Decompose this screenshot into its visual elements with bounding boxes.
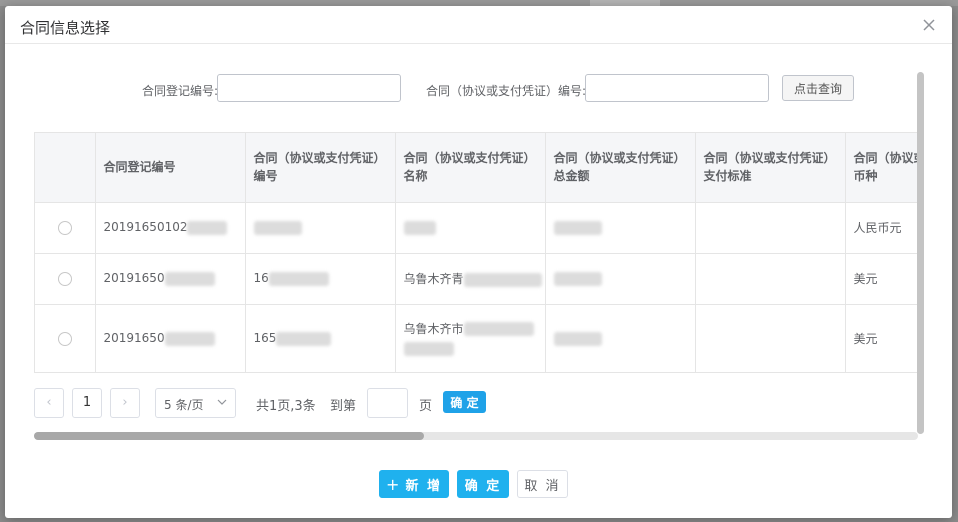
page-summary: 共1页,3条 [256, 399, 316, 414]
table-row[interactable]: 20191650 16 乌鲁木齐青 美元 [35, 253, 917, 305]
table-row[interactable]: 20191650102 人民币元 [35, 202, 917, 254]
redacted-block [463, 322, 534, 336]
redacted-block [553, 331, 602, 346]
header-reg-no: 合同登记编号 [95, 133, 246, 203]
cell-reg-no: 20191650 [103, 331, 165, 346]
cancel-button[interactable]: 取 消 [517, 470, 568, 498]
cell-pay-standard [695, 304, 846, 372]
chevron-down-icon [216, 396, 228, 408]
contract-no-input[interactable] [585, 74, 769, 102]
page-size-select[interactable]: 5 条/页 [155, 388, 236, 418]
dialog-footer: + 新 增 确 定 取 消 [5, 470, 952, 498]
close-icon[interactable] [920, 16, 938, 34]
vertical-scroll-thumb[interactable] [917, 72, 924, 434]
header-contract-name: 合同（协议或支付凭证）名称 [395, 133, 546, 203]
ok-button[interactable]: 确 定 [457, 470, 509, 498]
prev-page-icon[interactable]: ‹ [34, 388, 64, 418]
header-select [35, 133, 96, 203]
redacted-block [403, 220, 436, 235]
header-contract-no: 合同（协议或支付凭证）编号 [245, 133, 396, 203]
cell-reg-no: 20191650 [103, 271, 165, 286]
redacted-block [403, 342, 454, 356]
reg-no-input[interactable] [217, 74, 401, 102]
search-row: 合同登记编号: 合同（协议或支付凭证）编号: 点击查询 [5, 74, 952, 104]
goto-label: 到第 [330, 399, 357, 414]
page-size-value: 5 条/页 [164, 398, 204, 412]
redacted-block [553, 271, 602, 286]
row-radio[interactable] [57, 271, 72, 286]
cell-pay-standard [695, 202, 846, 254]
row-radio[interactable] [57, 331, 72, 346]
goto-confirm-button[interactable]: 确 定 [443, 391, 486, 413]
cell-reg-no: 20191650102 [103, 220, 188, 235]
horizontal-scrollbar[interactable] [34, 432, 918, 440]
cell-currency: 美元 [845, 253, 917, 305]
add-button[interactable]: + 新 增 [379, 470, 449, 498]
redacted-block [164, 271, 215, 286]
row-radio[interactable] [57, 220, 72, 235]
redacted-block [553, 220, 602, 235]
redacted-block [268, 271, 329, 286]
plus-icon: + [386, 474, 402, 494]
cell-pay-standard [695, 253, 846, 305]
dialog-title: 合同信息选择 [20, 19, 111, 37]
query-button[interactable]: 点击查询 [782, 75, 854, 101]
table-header-row: 合同登记编号 合同（协议或支付凭证）编号 合同（协议或支付凭证）名称 合同（协议… [35, 133, 917, 203]
header-currency: 合同（协议或支付凭证）币种 [845, 133, 917, 203]
pagination: ‹ 1 › 5 条/页 共1页,3条 到第 页 确 定 [34, 388, 634, 418]
contract-no-label: 合同（协议或支付凭证）编号: [426, 84, 587, 98]
header-pay-standard: 合同（协议或支付凭证）支付标准 [695, 133, 846, 203]
contract-table: 合同登记编号 合同（协议或支付凭证）编号 合同（协议或支付凭证）名称 合同（协议… [34, 132, 918, 373]
cell-contract-no: 165 [253, 331, 277, 346]
redacted-block [463, 272, 542, 287]
contract-select-dialog: 合同信息选择 合同登记编号: 合同（协议或支付凭证）编号: 点击查询 合同登记编… [5, 6, 952, 518]
cell-currency: 人民币元 [845, 202, 917, 254]
table-row[interactable]: 20191650 165 乌鲁木齐市 美元 [35, 304, 917, 372]
dialog-header: 合同信息选择 [5, 6, 952, 44]
cell-contract-no: 16 [253, 271, 269, 286]
redacted-block [276, 331, 332, 346]
cell-contract-name: 乌鲁木齐青 [403, 272, 464, 286]
redacted-block [164, 331, 215, 346]
horizontal-scroll-thumb[interactable] [34, 432, 424, 440]
cell-currency: 美元 [845, 304, 917, 372]
redacted-block [253, 220, 302, 235]
cell-contract-name: 乌鲁木齐市 [403, 321, 464, 336]
goto-page-input[interactable] [367, 388, 408, 418]
page-unit-label: 页 [419, 399, 433, 414]
reg-no-label: 合同登记编号: [142, 84, 219, 98]
next-page-icon[interactable]: › [110, 388, 140, 418]
page-number[interactable]: 1 [72, 388, 102, 418]
redacted-block [187, 220, 228, 235]
header-total-amount: 合同（协议或支付凭证）总金额 [545, 133, 696, 203]
vertical-scrollbar[interactable] [917, 72, 924, 434]
